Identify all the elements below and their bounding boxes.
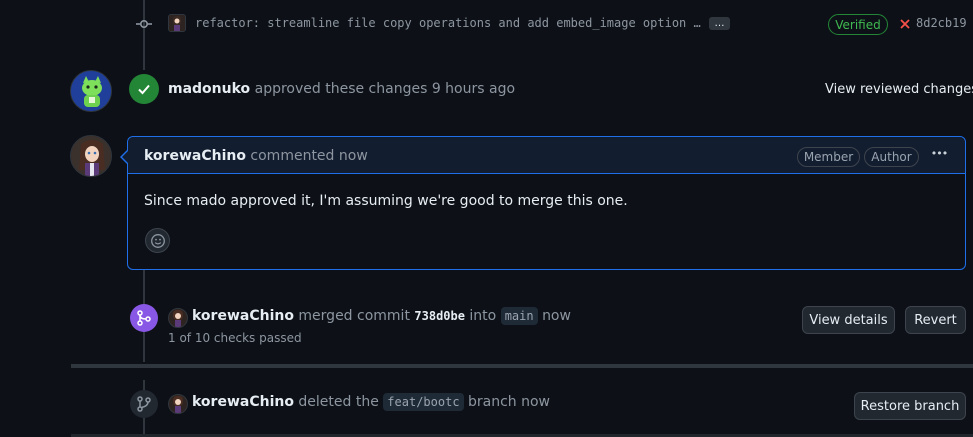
view-reviewed-changes-link[interactable]: View reviewed changes	[825, 82, 973, 97]
merge-user-avatar[interactable]	[168, 308, 188, 328]
madonuko-avatar[interactable]	[70, 70, 112, 112]
commit-expand-button[interactable]: …	[709, 17, 730, 30]
deleted-user-link[interactable]: korewaChino	[192, 394, 294, 410]
view-details-button[interactable]: View details	[802, 306, 895, 334]
deleted-user-avatar[interactable]	[168, 394, 188, 414]
approval-line: madonuko approved these changes 9 hours …	[168, 81, 515, 97]
commit-sha[interactable]: 8d2cb19	[916, 16, 967, 30]
deleted-text-after: branch now	[468, 394, 551, 410]
commit-dot-icon	[136, 16, 152, 32]
verified-badge[interactable]: Verified	[828, 14, 888, 35]
branch-icon	[130, 390, 158, 418]
approved-check-icon	[129, 74, 159, 104]
restore-branch-button[interactable]: Restore branch	[854, 392, 966, 420]
comment-box: korewaChino commented now Member Author …	[127, 136, 966, 270]
commit-expand-label: …	[714, 18, 725, 29]
timeline-divider	[71, 364, 973, 368]
smiley-icon	[150, 233, 165, 248]
author-badge: Author	[864, 147, 919, 167]
timeline-line-top	[143, 0, 145, 70]
merge-commit-link[interactable]: 738d0be	[414, 309, 465, 323]
comment-author-link[interactable]: korewaChino	[144, 148, 246, 164]
deleted-branch-name[interactable]: feat/bootc	[383, 393, 464, 411]
add-reaction-button[interactable]	[145, 228, 170, 253]
member-badge: Member	[797, 147, 860, 167]
merge-target-branch[interactable]: main	[500, 307, 538, 325]
deleted-text-before: deleted the	[298, 394, 379, 410]
merge-line: korewaChino merged commit 738d0be into m…	[192, 307, 571, 325]
commit-author-avatar[interactable]	[168, 14, 186, 32]
approval-text: approved these changes 9 hours ago	[254, 81, 516, 97]
merge-user-link[interactable]: korewaChino	[192, 308, 294, 324]
merge-text-before: merged commit	[298, 308, 410, 324]
approval-user-link[interactable]: madonuko	[168, 81, 250, 97]
verified-label: Verified	[835, 17, 881, 32]
korewachino-avatar[interactable]	[70, 135, 112, 177]
merge-text-into: into	[469, 308, 497, 324]
comment-body: Since mado approved it, I'm assuming we'…	[144, 193, 628, 209]
merge-time[interactable]: now	[542, 308, 571, 324]
comment-action[interactable]: commented now	[250, 148, 367, 164]
comment-header-line: korewaChino commented now	[144, 148, 368, 164]
revert-button[interactable]: Revert	[905, 306, 966, 334]
merged-icon	[130, 304, 158, 332]
checks-status[interactable]: 1 of 10 checks passed	[168, 331, 302, 345]
x-status-icon[interactable]	[899, 18, 911, 30]
comment-menu-button[interactable]: •••	[928, 147, 950, 165]
comment-pointer-fill	[122, 150, 129, 164]
deleted-line: korewaChino deleted the feat/bootc branc…	[192, 393, 551, 411]
commit-message[interactable]: refactor: streamline file copy operation…	[195, 16, 701, 30]
